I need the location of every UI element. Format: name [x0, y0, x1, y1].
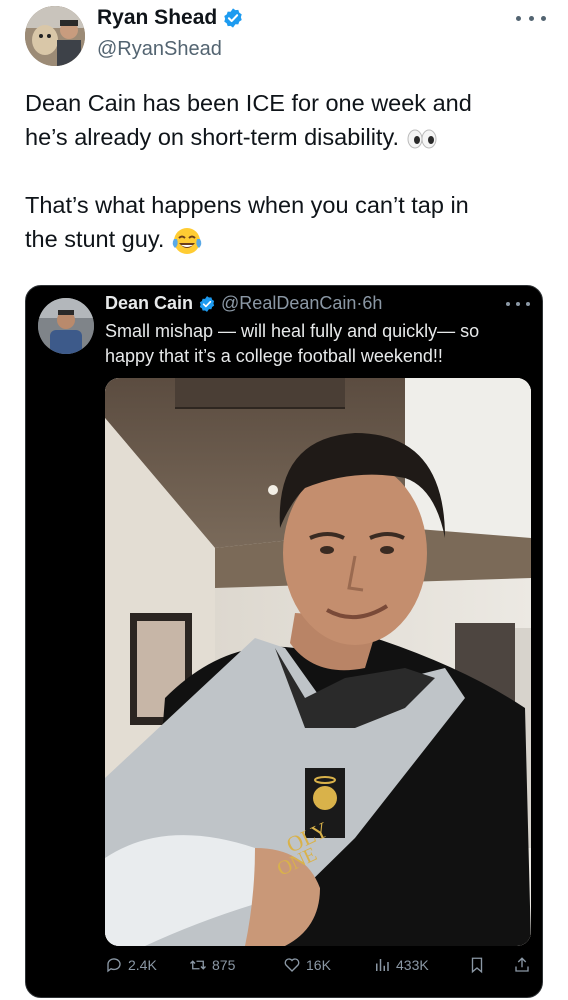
author-name-row: Ryan Shead: [97, 6, 244, 30]
quoted-timestamp[interactable]: 6h: [362, 293, 382, 314]
author-avatar[interactable]: [25, 6, 85, 66]
share-button[interactable]: [513, 956, 536, 974]
bookmark-icon: [471, 957, 483, 974]
quoted-author-handle[interactable]: @RealDeanCain: [221, 293, 356, 314]
tweet-line-2: he’s already on short-term disability.: [25, 124, 399, 150]
verified-badge-icon: [199, 295, 215, 312]
face-with-tears-of-joy-icon: [172, 227, 202, 254]
repost-button[interactable]: 875: [189, 956, 235, 974]
repost-count: 875: [212, 957, 236, 973]
tweet-line-4: the stunt guy.: [25, 226, 165, 252]
tweet-text: Dean Cain has been ICE for one week and …: [25, 86, 545, 256]
views-chart-icon: [376, 959, 389, 971]
quoted-header: Dean Cain @RealDeanCain · 6h: [105, 293, 382, 314]
like-count: 16K: [306, 957, 331, 973]
more-options-icon[interactable]: [516, 8, 546, 28]
verified-badge-icon: [224, 8, 242, 28]
views-button[interactable]: 433K: [373, 956, 429, 974]
share-icon: [515, 957, 529, 972]
reply-button[interactable]: 2.4K: [105, 956, 157, 974]
views-count: 433K: [396, 957, 429, 973]
reply-count: 2.4K: [128, 957, 157, 973]
tweet-line-3: That’s what happens when you can’t tap i…: [25, 192, 469, 218]
quoted-author-name[interactable]: Dean Cain: [105, 293, 193, 314]
quoted-line-1: Small mishap — will heal fully and quick…: [105, 321, 480, 341]
author-handle[interactable]: @RyanShead: [97, 38, 222, 61]
eyes-emoji-icon: [407, 129, 437, 149]
like-button[interactable]: 16K: [283, 956, 331, 974]
quoted-more-icon[interactable]: [506, 298, 530, 310]
bookmark-button[interactable]: [468, 956, 491, 974]
quoted-tweet-card[interactable]: Dean Cain @RealDeanCain · 6h Small misha…: [25, 285, 543, 998]
tweet-line-1: Dean Cain has been ICE for one week and: [25, 90, 472, 116]
quoted-tweet-text: Small mishap — will heal fully and quick…: [105, 319, 525, 369]
quoted-author-avatar[interactable]: [38, 298, 94, 354]
repost-icon: [190, 960, 206, 970]
quoted-line-2: happy that it’s a college football weeke…: [105, 346, 443, 366]
reply-icon: [107, 958, 121, 973]
quoted-photo[interactable]: OLY ONE: [105, 378, 531, 946]
heart-icon: [284, 958, 300, 972]
author-name[interactable]: Ryan Shead: [97, 6, 217, 30]
quoted-action-bar: 2.4K 875 16K 433K: [105, 956, 535, 980]
